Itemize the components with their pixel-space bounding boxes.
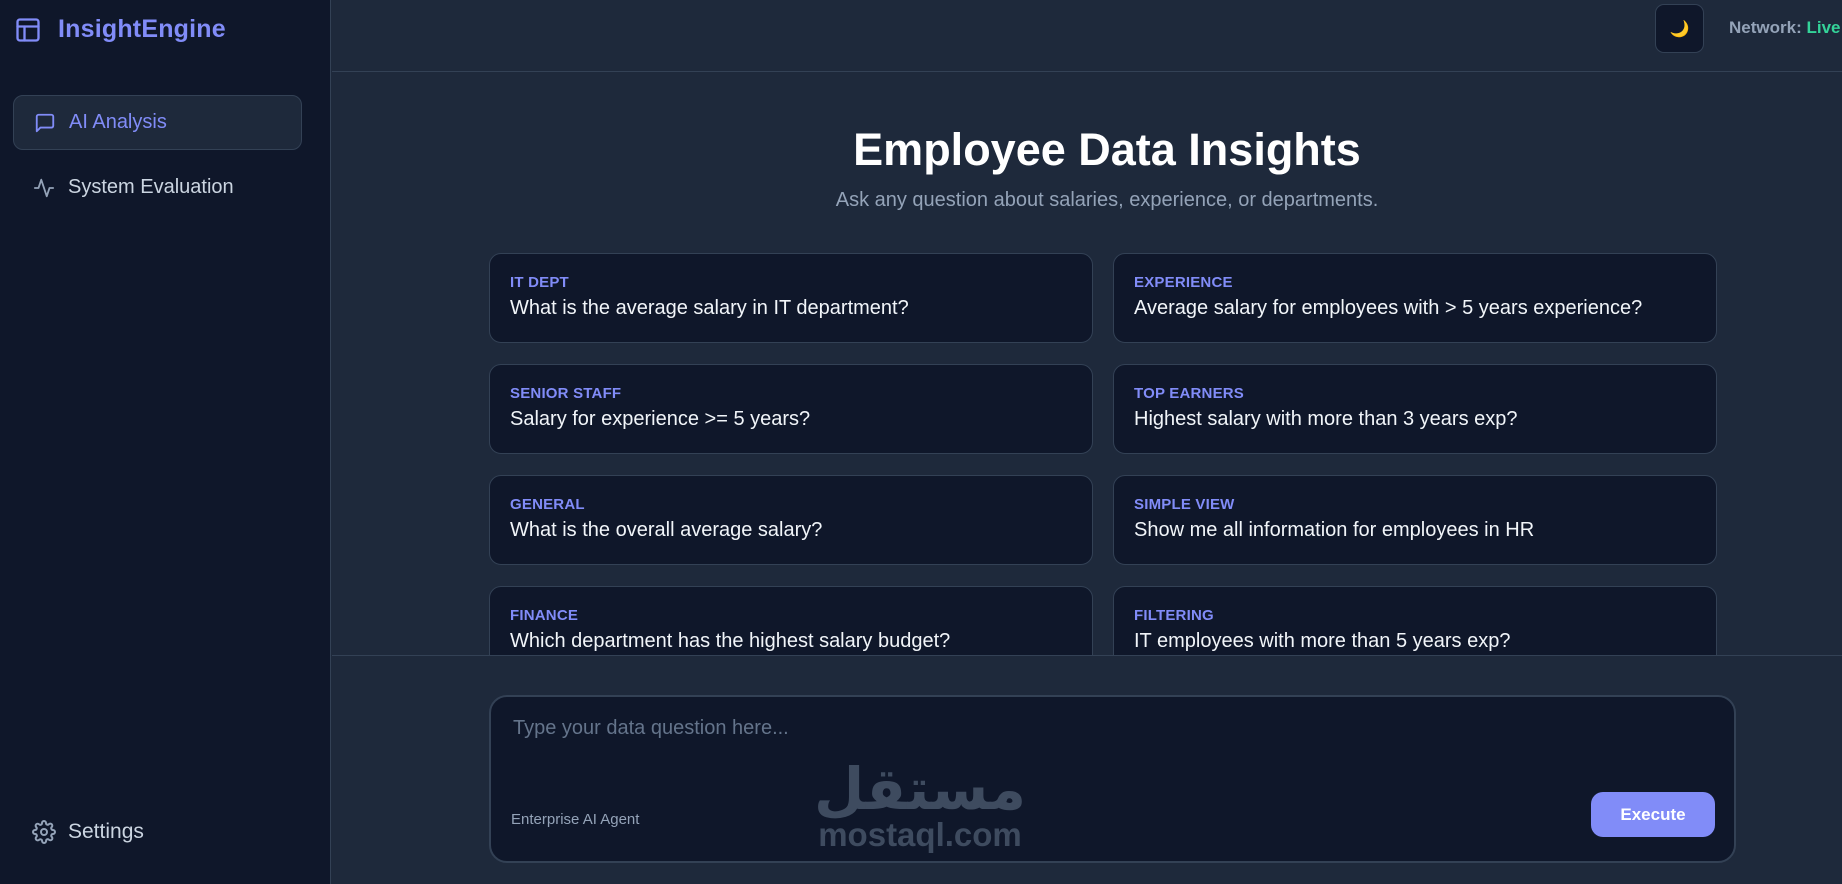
main-content[interactable]: Employee Data Insights Ask any question …: [332, 72, 1842, 655]
theme-toggle-button[interactable]: 🌙: [1655, 4, 1704, 53]
card-category: FINANCE: [510, 607, 579, 624]
card-question: Average salary for employees with > 5 ye…: [1134, 297, 1643, 319]
sidebar-item-ai-analysis[interactable]: AI Analysis: [13, 95, 302, 150]
watermark: مستقل mostaql.com: [808, 758, 1032, 852]
card-category: SENIOR STAFF: [510, 385, 622, 402]
suggestion-card[interactable]: FINANCE Which department has the highest…: [489, 586, 1093, 655]
settings-link[interactable]: Settings: [32, 820, 144, 844]
message-square-icon: [35, 113, 55, 132]
card-category: FILTERING: [1134, 607, 1214, 624]
suggestion-card[interactable]: GENERAL What is the overall average sala…: [489, 475, 1093, 565]
suggestion-card[interactable]: FILTERING IT employees with more than 5 …: [1113, 586, 1717, 655]
layout-icon: [16, 17, 40, 42]
network-status: Network: Live: [1729, 18, 1841, 38]
brand[interactable]: InsightEngine: [14, 15, 226, 44]
card-question: What is the overall average salary?: [510, 519, 823, 541]
watermark-arabic: مستقل: [813, 755, 1027, 823]
card-category: GENERAL: [510, 496, 585, 513]
card-category: IT DEPT: [510, 274, 569, 291]
card-question: What is the average salary in IT departm…: [510, 297, 909, 319]
composer-area: Enterprise AI Agent Execute: [332, 655, 1842, 884]
card-category: EXPERIENCE: [1134, 274, 1233, 291]
brand-name: InsightEngine: [58, 15, 226, 43]
network-status-value: Live: [1806, 18, 1841, 37]
suggestion-card[interactable]: SIMPLE VIEW Show me all information for …: [1113, 475, 1717, 565]
sidebar-item-label: AI Analysis: [69, 111, 167, 133]
network-label: Network:: [1729, 18, 1802, 37]
composer: Enterprise AI Agent Execute: [489, 695, 1736, 863]
suggestion-card[interactable]: TOP EARNERS Highest salary with more tha…: [1113, 364, 1717, 454]
page-title: Employee Data Insights: [853, 124, 1361, 175]
suggestion-card[interactable]: EXPERIENCE Average salary for employees …: [1113, 253, 1717, 343]
sidebar-item-system-evaluation[interactable]: System Evaluation: [13, 160, 302, 215]
watermark-latin: mostaql.com: [818, 816, 1022, 853]
sidebar: InsightEngine AI Analysis System Evaluat…: [0, 0, 331, 884]
top-bar: [332, 0, 1842, 72]
agent-label: Enterprise AI Agent: [511, 811, 640, 828]
card-category: SIMPLE VIEW: [1134, 496, 1235, 513]
card-question: Salary for experience >= 5 years?: [510, 408, 811, 430]
card-category: TOP EARNERS: [1134, 385, 1245, 402]
card-question: Show me all information for employees in…: [1134, 519, 1535, 541]
card-question: Highest salary with more than 3 years ex…: [1134, 408, 1518, 430]
moon-icon: 🌙: [1669, 20, 1690, 38]
suggestion-card[interactable]: IT DEPT What is the average salary in IT…: [489, 253, 1093, 343]
card-question: IT employees with more than 5 years exp?: [1134, 630, 1511, 652]
execute-button[interactable]: Execute: [1591, 792, 1715, 837]
question-input[interactable]: [511, 715, 1695, 789]
page-subtitle: Ask any question about salaries, experie…: [835, 189, 1379, 211]
gear-icon: [32, 820, 56, 844]
activity-icon: [33, 178, 55, 197]
settings-label: Settings: [68, 820, 144, 843]
card-question: Which department has the highest salary …: [510, 630, 951, 652]
sidebar-item-label: System Evaluation: [68, 176, 234, 198]
suggestion-card[interactable]: SENIOR STAFF Salary for experience >= 5 …: [489, 364, 1093, 454]
